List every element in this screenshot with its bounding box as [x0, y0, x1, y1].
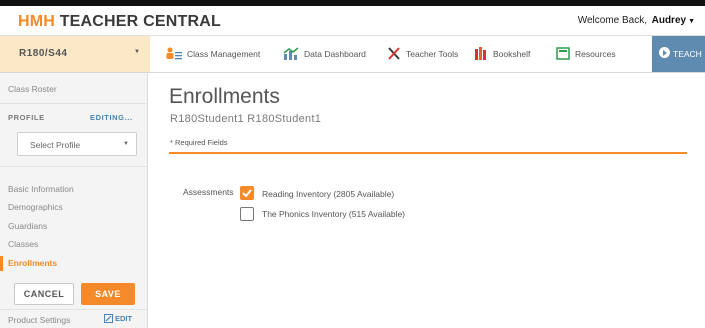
pencil-icon	[104, 314, 113, 323]
brand-hmh: HMH	[18, 13, 56, 30]
class-management-icon	[166, 47, 182, 60]
resources-icon	[556, 47, 570, 60]
required-fields-note: * Required Fields	[170, 138, 228, 147]
top-header: HMH TEACHER CENTRAL Welcome Back, Audrey…	[0, 0, 705, 36]
student-name: R180Student1 R180Student1	[170, 113, 322, 125]
sidebar-item-demographics[interactable]: Demographics	[8, 202, 63, 212]
sidebar-item-classes[interactable]: Classes	[8, 239, 38, 249]
nav-teacher-tools[interactable]: Teacher Tools	[387, 47, 458, 60]
class-roster-link[interactable]: Class Roster	[8, 84, 57, 94]
select-profile-value: Select Profile	[30, 140, 81, 150]
phonics-inventory-label: The Phonics Inventory (515 Available)	[262, 209, 406, 219]
chevron-down-icon: ▼	[134, 49, 140, 55]
sidebar-item-guardians[interactable]: Guardians	[8, 221, 47, 231]
nav-data-dashboard[interactable]: Data Dashboard	[283, 47, 366, 60]
welcome-text: Welcome Back,	[577, 15, 647, 26]
cancel-button[interactable]: CANCEL	[14, 283, 74, 305]
tools-icon	[388, 47, 400, 60]
user-name: Audrey	[651, 15, 687, 26]
nav-label: Resources	[575, 48, 616, 59]
section-divider	[169, 152, 687, 154]
bookshelf-icon	[475, 47, 486, 60]
teach-button[interactable]: TEACH	[652, 36, 705, 72]
teach-label: TEACH	[673, 49, 702, 59]
edit-product-settings-link[interactable]: EDIT	[104, 314, 132, 323]
divider	[0, 103, 148, 104]
sidebar-item-basic-information[interactable]: Basic Information	[8, 184, 74, 194]
checkmark-icon	[242, 189, 252, 198]
reading-inventory-label: Reading Inventory (2805 Available)	[262, 189, 395, 199]
divider	[0, 166, 148, 167]
phonics-inventory-checkbox[interactable]	[240, 207, 254, 221]
nav-label: Bookshelf	[493, 48, 531, 59]
chevron-down-icon: ▼	[123, 141, 129, 147]
nav-resources[interactable]: Resources	[556, 47, 616, 60]
page-title: Enrollments	[169, 85, 280, 108]
chevron-down-icon: ▼	[688, 18, 695, 25]
nav-label: Data Dashboard	[304, 48, 366, 59]
brand-logo[interactable]: HMH TEACHER CENTRAL	[18, 13, 221, 31]
save-button[interactable]: SAVE	[81, 283, 135, 305]
editing-status: EDITING...	[90, 113, 133, 122]
select-profile-dropdown[interactable]: Select Profile ▼	[17, 132, 137, 156]
nav-label: Teacher Tools	[406, 48, 459, 59]
product-settings-label: Product Settings	[8, 315, 71, 325]
chart-icon	[283, 47, 299, 60]
play-icon	[659, 47, 670, 58]
class-selector[interactable]: R180/S44 ▼	[0, 36, 150, 72]
reading-inventory-checkbox[interactable]	[240, 186, 254, 200]
nav-bookshelf[interactable]: Bookshelf	[474, 47, 530, 60]
brand-teacher-central: TEACHER CENTRAL	[59, 13, 221, 30]
class-selector-label: R180/S44	[19, 48, 68, 59]
profile-heading: PROFILE	[8, 113, 45, 122]
user-menu[interactable]: Audrey ▼	[652, 15, 695, 26]
edit-label: EDIT	[115, 314, 133, 323]
assessments-label: Assessments	[183, 187, 234, 197]
main-nav: R180/S44 ▼ Class Management Data Dashboa…	[0, 36, 705, 73]
divider	[0, 309, 148, 310]
nav-class-management[interactable]: Class Management	[166, 47, 260, 60]
nav-label: Class Management	[187, 48, 261, 59]
active-indicator	[0, 256, 3, 271]
sidebar-item-enrollments[interactable]: Enrollments	[8, 258, 57, 268]
sidebar: Class Roster PROFILE EDITING... Select P…	[0, 73, 148, 328]
